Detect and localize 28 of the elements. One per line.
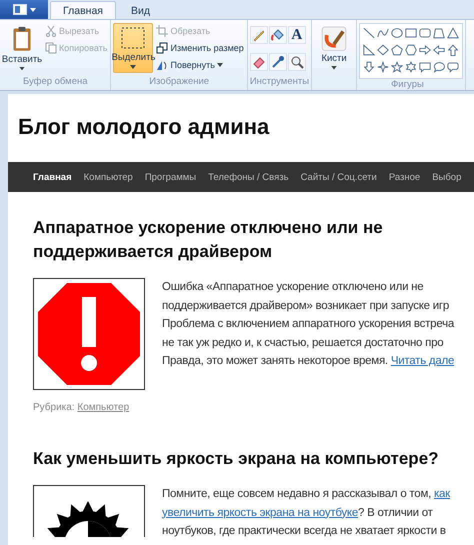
nav-link[interactable]: Компьютер: [84, 172, 133, 182]
group-label: Изображение: [149, 76, 210, 87]
nav-link[interactable]: Сайты / Соц.сети: [300, 172, 377, 182]
text-link[interactable]: увеличить яркость экрана на ноутбуке: [162, 506, 358, 518]
group-label: Инструменты: [250, 76, 310, 87]
ribbon-tab[interactable]: Вид: [118, 1, 163, 19]
nav-link[interactable]: Главная: [33, 172, 72, 182]
post-excerpt: Помните, еще совсем недавно я рассказывал о том, как увеличить яркость экрана на ноутбуке? В отличии от ноутбуков, где практически всегда не хватает яркости в: [162, 487, 450, 539]
post-title[interactable]: Как уменьшить яркость экрана на компьютере?: [33, 447, 473, 471]
brushes-button[interactable]: Кисти: [314, 23, 354, 73]
post-title[interactable]: Аппаратное ускорение отключено или не поддерживается драйвером: [33, 216, 473, 264]
rotate-button[interactable]: Повернуть: [155, 57, 245, 73]
nav-link[interactable]: Выбор: [432, 172, 462, 182]
text-tool-button[interactable]: A: [288, 26, 306, 44]
paste-button[interactable]: Вставить: [2, 23, 42, 73]
nav-link[interactable]: Разное: [388, 172, 420, 182]
group-label: Фигуры: [391, 79, 424, 90]
post-category: Рубрика: Компьютер: [33, 402, 130, 413]
group-label: Буфер обмена: [22, 76, 88, 87]
ribbon-tab[interactable]: Главная: [50, 1, 116, 19]
text-link[interactable]: Читать дале: [390, 355, 454, 367]
resize-button[interactable]: Изменить размер: [155, 40, 245, 56]
post-excerpt: Ошибка «Аппаратное ускорение отключено или не поддерживается драйвером» возникает при запуске игр Проблема с включением аппаратного ускорения встреча не так уж редко и, к счастью, решается достаточно про Правда, это может занять некоторое время. Читать дале: [162, 280, 454, 369]
text-link[interactable]: как: [434, 488, 450, 500]
nav-link[interactable]: Телефоны / Связь: [208, 172, 289, 182]
nav-link[interactable]: Программы: [144, 172, 196, 182]
category-link[interactable]: Компьютер: [77, 402, 130, 413]
site-title: Блог молодого админа: [18, 114, 270, 140]
